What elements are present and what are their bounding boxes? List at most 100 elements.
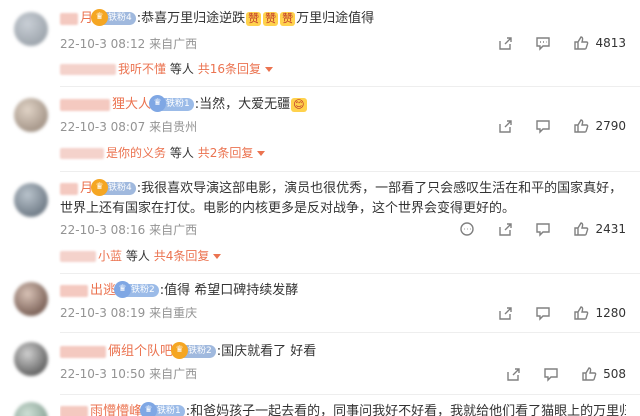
reply-username[interactable]: 小蓝: [60, 249, 122, 263]
like-button[interactable]: 2431: [573, 221, 626, 237]
comment-location: 来自重庆: [149, 306, 198, 320]
thumbs-up-icon: [574, 306, 589, 320]
comment-location: 来自广西: [149, 37, 198, 51]
reply-summary[interactable]: 我听不懂 等人 共16条回复: [60, 61, 273, 77]
comment-actions: 2431: [437, 220, 626, 238]
like-count: 1280: [595, 306, 626, 320]
username[interactable]: 月: [60, 11, 93, 26]
comment-text-suffix: 万里归途值得: [296, 11, 375, 26]
divider: [60, 171, 640, 172]
like-button[interactable]: 508: [581, 366, 626, 382]
like-button[interactable]: 1280: [573, 305, 626, 321]
comment-icon: [536, 37, 551, 51]
more-replies-link[interactable]: 共2条回复: [198, 146, 266, 160]
comment-location: 来自贵州: [149, 120, 198, 134]
thumbs-up-icon: [574, 36, 589, 50]
reply-text: 等人: [169, 146, 194, 160]
thumbs-up-icon: [574, 222, 589, 236]
share-icon: [499, 223, 513, 236]
emoji-icon: 赞: [246, 11, 262, 26]
comment-actions: 508: [483, 365, 626, 383]
fan-badge: ♛ 铁粉1: [140, 402, 185, 416]
divider: [60, 394, 640, 395]
comment-button[interactable]: [535, 118, 551, 134]
caret-down-icon: [257, 151, 266, 156]
emoji-icon: 赞: [280, 11, 296, 26]
share-button[interactable]: [505, 366, 521, 382]
like-count: 508: [603, 367, 626, 381]
comment-date: 22-10-3 08:12: [60, 37, 146, 51]
like-button[interactable]: 4813: [573, 35, 626, 51]
comment-actions: 4813: [475, 34, 626, 52]
crown-icon: ♛: [149, 95, 167, 112]
crown-icon: ♛: [114, 281, 132, 298]
comment-meta: 22-10-3 08:07 来自贵州: [60, 119, 197, 135]
share-button[interactable]: [497, 118, 513, 134]
divider: [60, 273, 640, 274]
like-count: 4813: [595, 36, 626, 50]
reply-text: 等人: [169, 62, 194, 76]
comment-button[interactable]: [543, 366, 559, 382]
share-icon: [499, 120, 513, 133]
reply-username[interactable]: 是你的义务: [60, 146, 166, 160]
username[interactable]: 俩组个队吧: [60, 344, 173, 359]
username[interactable]: 月: [60, 181, 93, 196]
comment-text: :值得 希望口碑持续发酵: [159, 283, 299, 298]
share-button[interactable]: [497, 305, 513, 321]
comment-actions: 1280: [475, 304, 626, 322]
fan-badge: ♛ 铁粉4: [91, 179, 136, 196]
share-icon: [499, 37, 513, 50]
comment-meta: 22-10-3 08:16 来自广西: [60, 222, 197, 238]
crown-icon: ♛: [91, 179, 109, 196]
share-icon: [499, 307, 513, 320]
reply-summary[interactable]: 是你的义务 等人 共2条回复: [60, 145, 266, 161]
comment-text: :恭喜万里归途逆跌: [136, 11, 246, 26]
comment-date: 22-10-3 08:16: [60, 223, 146, 237]
avatar[interactable]: [14, 98, 48, 132]
username[interactable]: 雨懵懵峰: [60, 404, 142, 416]
crown-icon: ♛: [171, 342, 189, 359]
share-button[interactable]: [497, 221, 513, 237]
comment-meta: 22-10-3 10:50 来自广西: [60, 366, 197, 382]
comment-text: :和爸妈孩子一起去看的，同事问我好不好看，我就给他们看了猫眼上的万里归途: [185, 404, 626, 416]
fan-badge: ♛ 铁粉1: [149, 95, 194, 112]
reply-summary[interactable]: 小蓝 等人 共4条回复: [60, 248, 222, 264]
comment-icon: [544, 368, 558, 382]
like-count: 2790: [595, 119, 626, 133]
comment-date: 22-10-3 08:19: [60, 306, 146, 320]
comment-location: 来自广西: [149, 367, 198, 381]
comment-icon: [536, 120, 551, 134]
fan-badge: ♛ 铁粉2: [114, 281, 159, 298]
comment-button[interactable]: [535, 305, 551, 321]
avatar[interactable]: [14, 342, 48, 376]
emoji-icon: 😊: [291, 97, 307, 112]
avatar[interactable]: [14, 282, 48, 316]
comment-button[interactable]: [535, 35, 551, 51]
username[interactable]: 出逃: [60, 283, 116, 298]
share-icon: [507, 368, 520, 381]
avatar[interactable]: [14, 12, 48, 46]
comment-icon: [536, 223, 551, 237]
fan-badge: ♛ 铁粉2: [171, 342, 216, 359]
crown-icon: ♛: [140, 402, 158, 416]
username[interactable]: 狸大人: [60, 97, 151, 112]
comment-button[interactable]: [535, 221, 551, 237]
reply-text: 等人: [125, 249, 150, 263]
comment-meta: 22-10-3 08:12 来自广西: [60, 36, 197, 52]
avatar[interactable]: [14, 183, 48, 217]
more-replies-link[interactable]: 共16条回复: [198, 62, 273, 76]
comment-text: :国庆就看了 好看: [216, 344, 317, 359]
share-button[interactable]: [497, 35, 513, 51]
more-replies-link[interactable]: 共4条回复: [154, 249, 222, 263]
comment-text: :我很喜欢导演这部电影，演员也很优秀，一部看了只会感叹生活在和平的国家真好，世界…: [60, 181, 623, 216]
reply-username[interactable]: 我听不懂: [60, 62, 166, 76]
emoji-icon: 赞: [263, 11, 279, 26]
avatar[interactable]: [14, 402, 48, 416]
comment-actions: 2790: [475, 117, 626, 135]
more-options-button[interactable]: [459, 221, 475, 237]
like-button[interactable]: 2790: [573, 118, 626, 134]
more-icon: [460, 222, 475, 236]
divider: [60, 86, 640, 87]
comment-location: 来自广西: [149, 223, 198, 237]
like-count: 2431: [595, 222, 626, 236]
